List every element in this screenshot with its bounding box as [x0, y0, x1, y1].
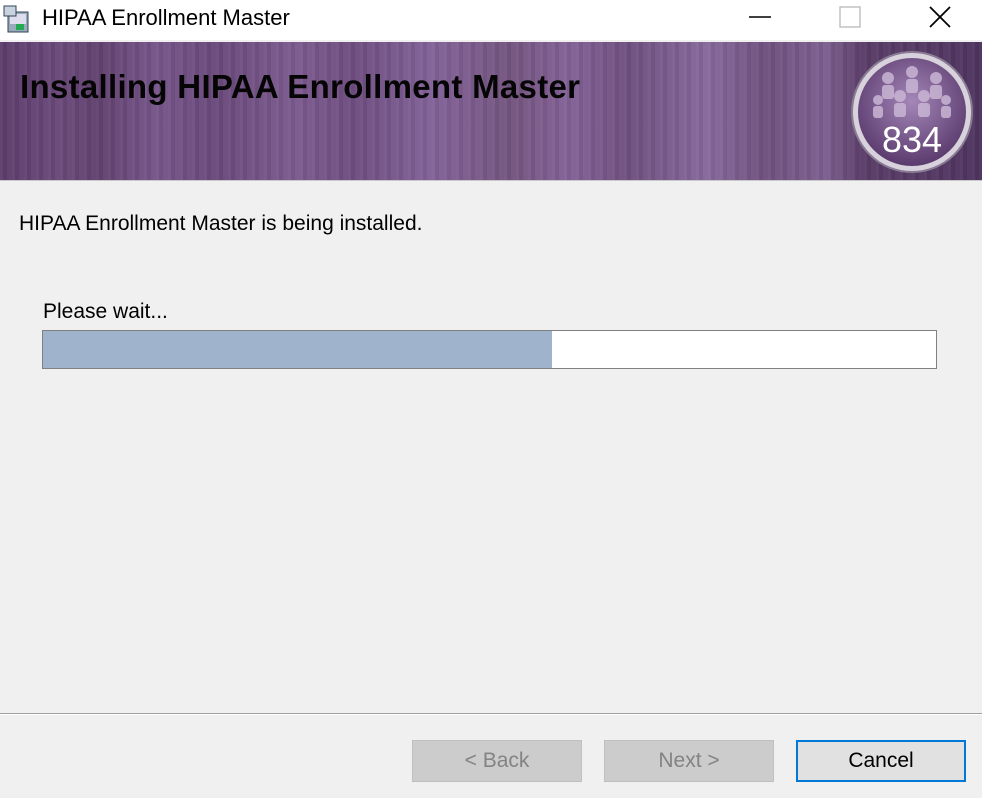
- progress-fill: [43, 331, 552, 368]
- banner-divider: [0, 180, 982, 181]
- window-title: HIPAA Enrollment Master: [42, 5, 290, 30]
- next-button[interactable]: Next >: [604, 740, 774, 782]
- back-button[interactable]: < Back: [412, 740, 582, 782]
- maximize-icon: [839, 6, 861, 28]
- minimize-icon: [749, 16, 771, 18]
- installer-app-icon: [3, 5, 29, 33]
- banner-heading: Installing HIPAA Enrollment Master: [20, 68, 581, 105]
- enrollment-834-logo: 834: [851, 51, 973, 173]
- title-bar: HIPAA Enrollment Master: [0, 0, 982, 40]
- install-status-text: HIPAA Enrollment Master is being install…: [19, 212, 423, 235]
- footer-separator: [0, 713, 982, 715]
- logo-number: 834: [882, 119, 942, 160]
- close-button[interactable]: [917, 0, 963, 34]
- please-wait-label: Please wait...: [43, 300, 168, 323]
- install-progress-bar: [42, 330, 937, 369]
- header-banner: Installing HIPAA Enrollment Master 834: [0, 42, 982, 180]
- close-icon: [929, 6, 951, 28]
- cancel-button[interactable]: Cancel: [796, 740, 966, 782]
- minimize-button[interactable]: [737, 0, 783, 34]
- maximize-button[interactable]: [827, 0, 873, 34]
